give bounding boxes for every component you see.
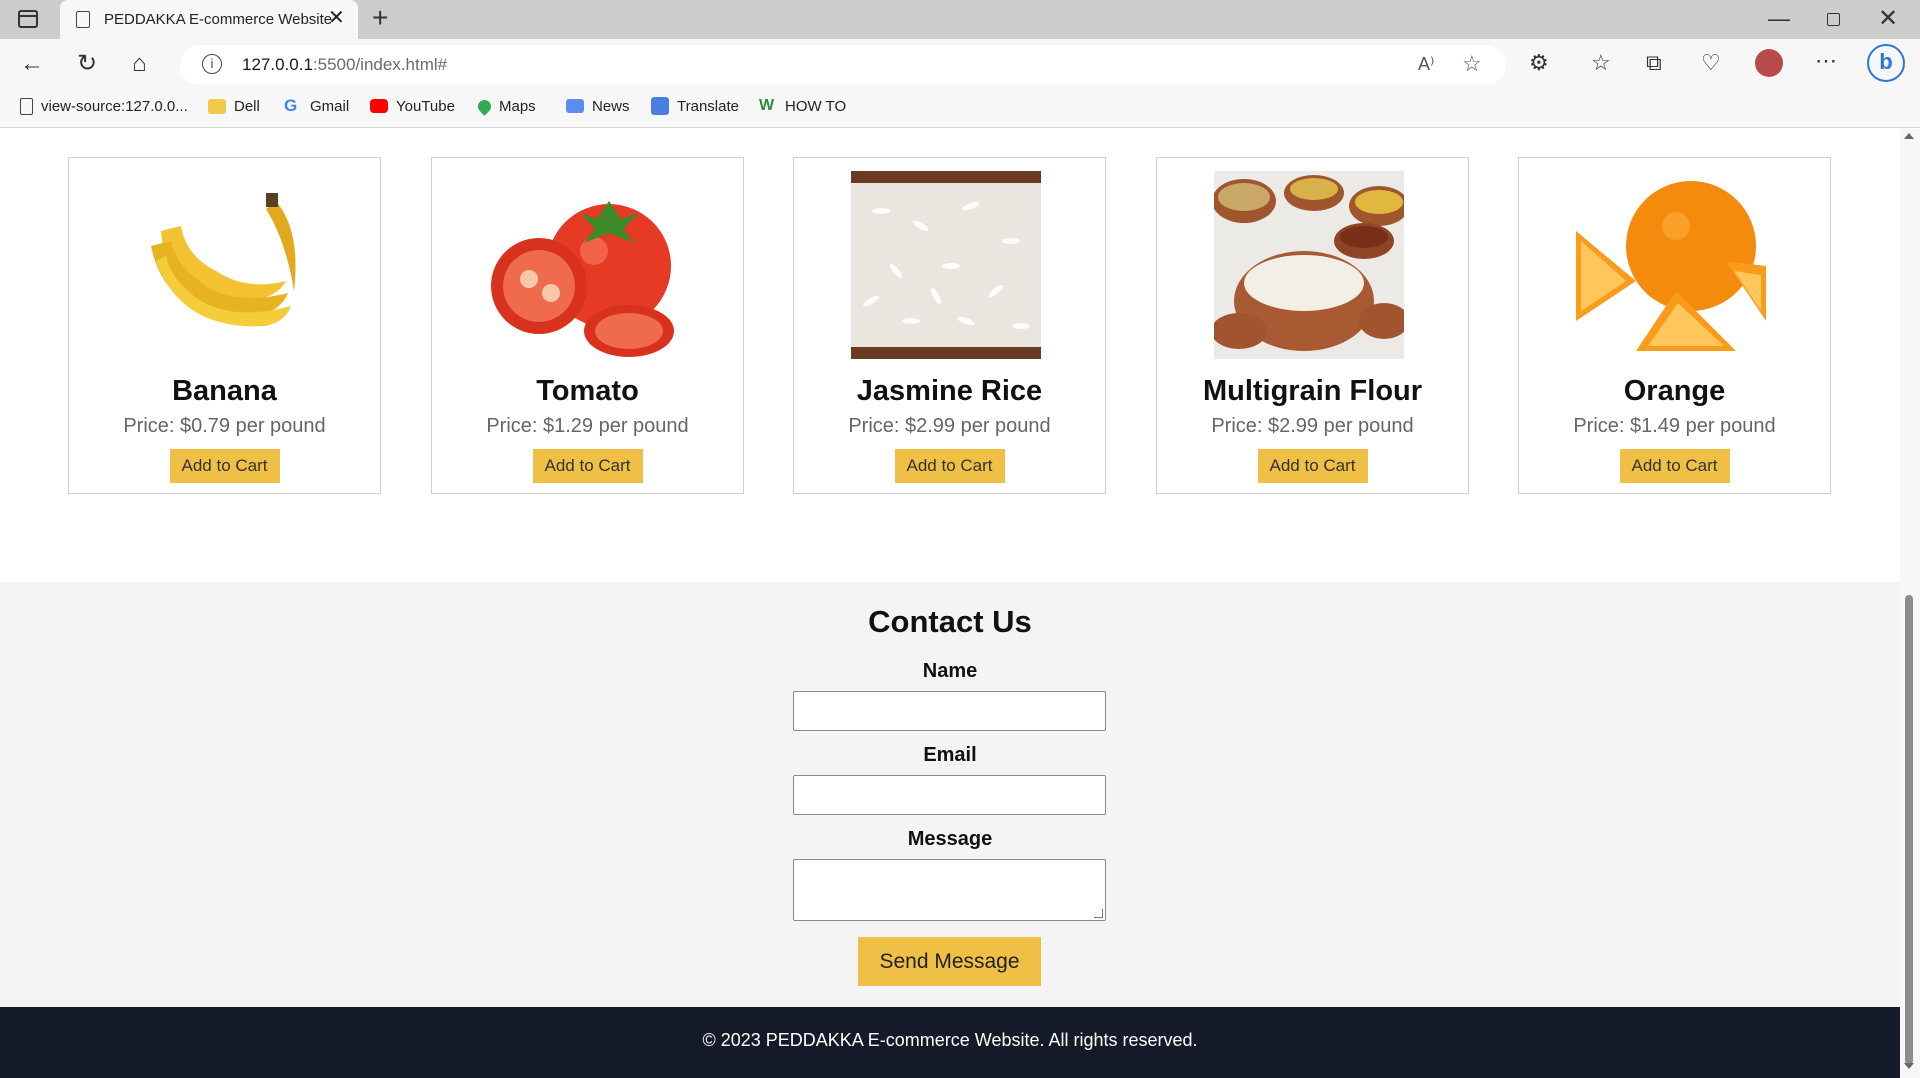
info-icon[interactable]: i — [202, 54, 222, 74]
add-to-cart-button[interactable]: Add to Cart — [1257, 449, 1368, 483]
extensions-icon[interactable]: ⚙ — [1529, 51, 1549, 75]
restore-icon[interactable] — [1827, 13, 1840, 26]
bookmark-label: Translate — [677, 97, 739, 115]
minimize-icon[interactable]: — — [1768, 6, 1790, 32]
news-icon — [566, 99, 584, 113]
bookmark-label: view-source:127.0.0... — [41, 97, 188, 115]
resize-grip-icon[interactable] — [1094, 909, 1103, 918]
product-name: Jasmine Rice — [856, 375, 1043, 407]
email-input[interactable] — [793, 775, 1106, 815]
product-price: Price: $0.79 per pound — [123, 415, 326, 437]
bookmark-dell[interactable]: Dell — [208, 93, 260, 119]
tab-title: PEDDAKKA E-commerce Website — [104, 11, 333, 28]
name-input[interactable] — [793, 691, 1106, 731]
bookmark-label: Dell — [234, 97, 260, 115]
product-name: Banana — [172, 375, 277, 407]
banana-image — [126, 171, 316, 359]
message-textarea[interactable] — [793, 859, 1106, 921]
window-close-icon[interactable]: ✕ — [1878, 4, 1898, 33]
bookmark-news[interactable]: News — [566, 93, 630, 119]
bookmark-label: Gmail — [310, 97, 350, 115]
product-name: Tomato — [536, 375, 639, 407]
bookmark-label: News — [592, 97, 630, 115]
scroll-down-icon[interactable] — [1904, 1063, 1914, 1069]
bookmark-label: HOW TO — [785, 97, 847, 115]
footer-copyright: © 2023 PEDDAKKA E-commerce Website. All … — [702, 1030, 1198, 1050]
collections-icon[interactable]: ⧉ — [1646, 51, 1662, 75]
browser-window: PEDDAKKA E-commerce Website ✕ + — ✕ ← ↻ … — [0, 0, 1920, 1078]
product-price: Price: $1.49 per pound — [1573, 415, 1776, 437]
send-message-button[interactable]: Send Message — [858, 937, 1041, 986]
tab-strip: PEDDAKKA E-commerce Website ✕ + — ✕ — [0, 0, 1920, 39]
scroll-up-icon[interactable] — [1904, 133, 1914, 139]
profile-avatar[interactable] — [1755, 49, 1783, 77]
message-label: Message — [907, 828, 993, 850]
bookmark-youtube[interactable]: YouTube — [370, 93, 455, 119]
flour-image — [1214, 171, 1404, 359]
read-aloud-icon[interactable]: A⁾ — [1418, 54, 1434, 75]
address-bar[interactable]: i 127.0.0.1:5500/index.html# A⁾ ☆ — [180, 45, 1506, 85]
tab-actions-icon[interactable] — [18, 10, 38, 28]
new-tab-icon[interactable]: + — [372, 3, 388, 33]
bookmark-maps[interactable]: Maps — [475, 93, 536, 119]
site-footer: © 2023 PEDDAKKA E-commerce Website. All … — [0, 1007, 1900, 1078]
rice-image — [851, 171, 1041, 359]
maps-icon — [475, 96, 494, 116]
product-grid: Banana Price: $0.79 per pound Add to Car… — [0, 129, 1900, 582]
favorite-star-icon[interactable]: ☆ — [1462, 51, 1482, 77]
favorites-icon[interactable]: ☆ — [1591, 51, 1611, 75]
bookmark-label: YouTube — [396, 97, 455, 115]
product-price: Price: $2.99 per pound — [848, 415, 1051, 437]
google-icon: G — [284, 96, 298, 115]
bing-copilot-icon[interactable]: b — [1867, 44, 1905, 82]
refresh-icon[interactable]: ↻ — [77, 51, 97, 77]
page-icon — [20, 97, 33, 115]
vertical-scrollbar[interactable] — [1900, 129, 1920, 1078]
product-name: Orange — [1623, 375, 1726, 407]
youtube-icon — [370, 99, 388, 113]
bookmark-how-to[interactable]: W HOW TO — [759, 93, 846, 119]
bookmark-label: Maps — [499, 97, 536, 115]
bookmark-gmail[interactable]: G Gmail — [284, 93, 349, 119]
address-text[interactable]: 127.0.0.1:5500/index.html# — [242, 55, 447, 75]
browser-essentials-icon[interactable]: ♡ — [1701, 51, 1721, 75]
bookmark-view-source[interactable]: view-source:127.0.0... — [20, 93, 188, 119]
product-name: Multigrain Flour — [1202, 375, 1423, 407]
contact-section: Contact Us Name Email Message Send Messa… — [0, 582, 1900, 1007]
name-label: Name — [922, 660, 978, 682]
add-to-cart-button[interactable]: Add to Cart — [1619, 449, 1730, 483]
more-options-icon[interactable]: ⋯ — [1815, 49, 1837, 73]
product-card: Tomato Price: $1.29 per pound Add to Car… — [431, 157, 744, 494]
back-icon[interactable]: ← — [20, 51, 44, 77]
page-icon — [76, 11, 90, 28]
add-to-cart-button[interactable]: Add to Cart — [532, 449, 643, 483]
scroll-thumb[interactable] — [1905, 595, 1913, 1065]
folder-icon — [208, 98, 226, 114]
address-path: :5500/index.html# — [312, 55, 448, 74]
contact-title: Contact Us — [868, 604, 1032, 639]
orange-image — [1576, 171, 1766, 359]
product-price: Price: $2.99 per pound — [1211, 415, 1414, 437]
product-card: Jasmine Rice Price: $2.99 per pound Add … — [793, 157, 1106, 494]
tab-active[interactable]: PEDDAKKA E-commerce Website ✕ — [60, 0, 358, 39]
add-to-cart-button[interactable]: Add to Cart — [169, 449, 280, 483]
product-card: Orange Price: $1.49 per pound Add to Car… — [1518, 157, 1831, 494]
tomato-image — [489, 171, 679, 359]
translate-icon — [651, 97, 669, 115]
bookmark-translate[interactable]: Translate — [651, 93, 739, 119]
bookmarks-bar: view-source:127.0.0... Dell G Gmail YouT… — [0, 93, 1920, 121]
product-card: Multigrain Flour Price: $2.99 per pound … — [1156, 157, 1469, 494]
home-icon[interactable]: ⌂ — [132, 51, 147, 77]
close-tab-icon[interactable]: ✕ — [328, 7, 345, 29]
email-label: Email — [923, 744, 977, 766]
add-to-cart-button[interactable]: Add to Cart — [894, 449, 1005, 483]
page-viewport: Banana Price: $0.79 per pound Add to Car… — [0, 129, 1900, 1078]
product-card: Banana Price: $0.79 per pound Add to Car… — [68, 157, 381, 494]
product-price: Price: $1.29 per pound — [486, 415, 689, 437]
address-host: 127.0.0.1 — [242, 55, 313, 74]
wikihow-icon: W — [759, 97, 775, 114]
